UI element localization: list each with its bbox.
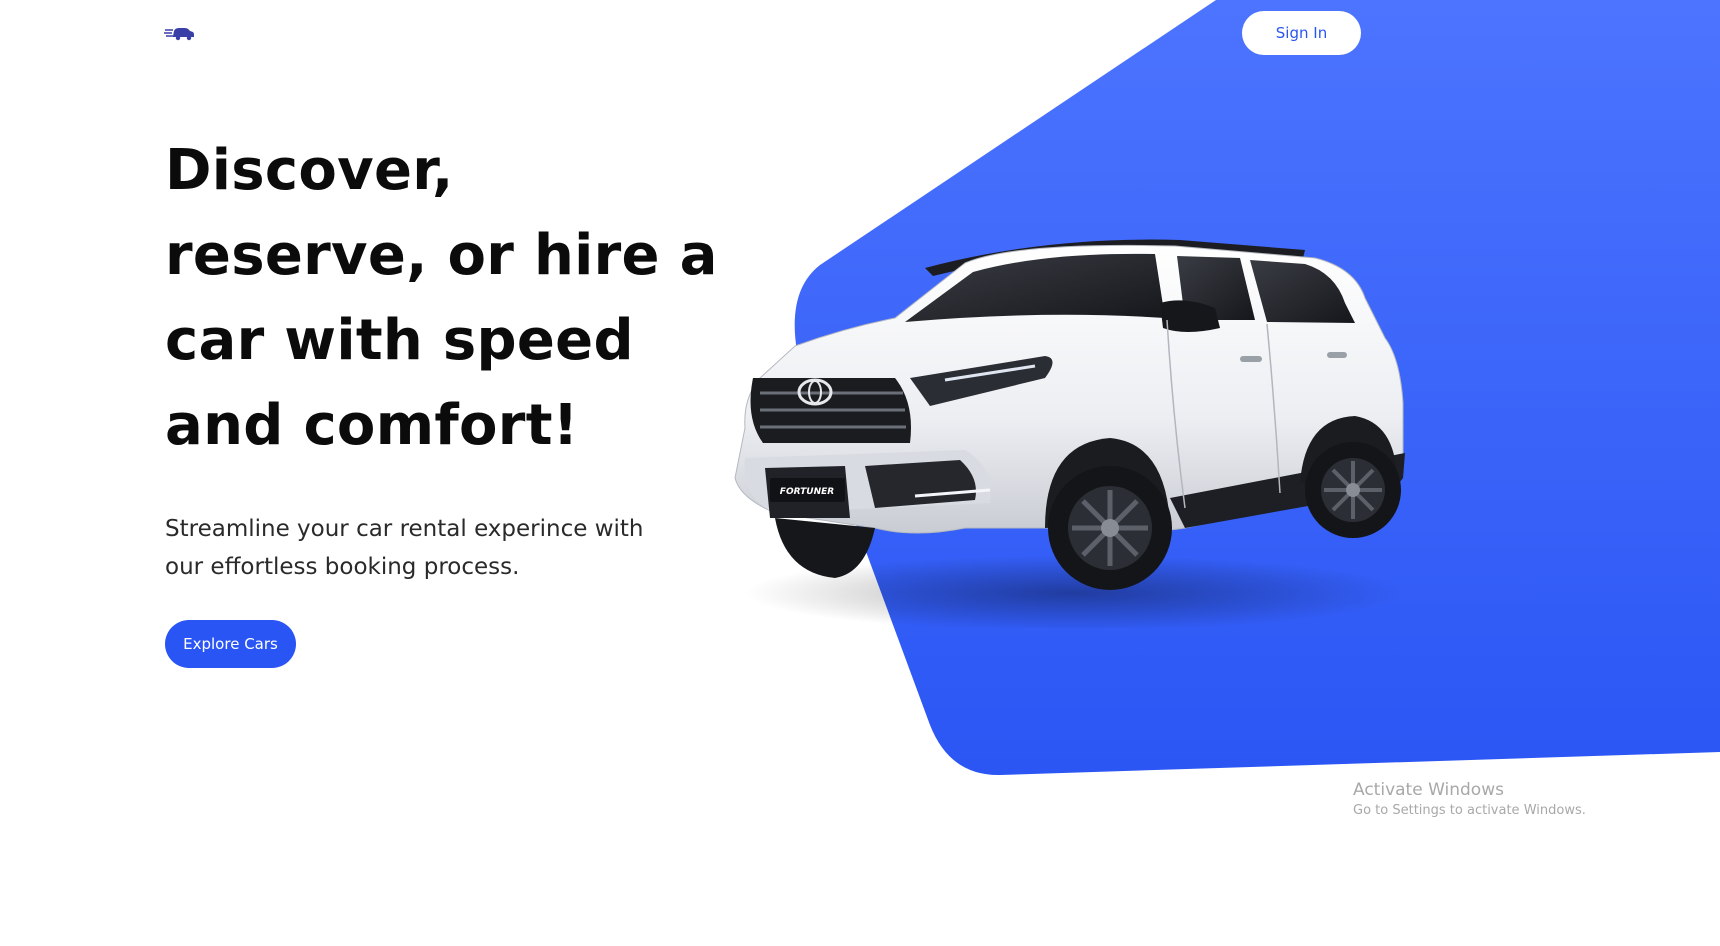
landing-page: Sign In Discover, reserve, or hire a car…	[0, 0, 1720, 946]
hero-subtitle-line: our effortless booking process.	[165, 554, 520, 580]
explore-cars-button[interactable]: Explore Cars	[165, 620, 296, 668]
svg-text:FORTUNER: FORTUNER	[780, 487, 834, 497]
hero-subtitle: Streamline your car rental experince wit…	[165, 510, 685, 586]
sign-in-button[interactable]: Sign In	[1242, 11, 1361, 55]
watermark-subtitle: Go to Settings to activate Windows.	[1353, 803, 1586, 818]
logo[interactable]	[164, 24, 196, 42]
windows-activation-watermark: Activate Windows Go to Settings to activ…	[1353, 778, 1586, 820]
hero-title: Discover, reserve, or hire a car with sp…	[165, 128, 718, 468]
hero-title-line: car with speed	[165, 308, 634, 373]
car-speed-icon	[164, 28, 194, 41]
hero-title-line: reserve, or hire a	[165, 223, 718, 288]
watermark-title: Activate Windows	[1353, 780, 1504, 800]
hero-title-line: Discover,	[165, 138, 454, 203]
hero-title-line: and comfort!	[165, 393, 579, 458]
suv-car-image: FORTUNER	[734, 239, 1405, 628]
hero-subtitle-line: Streamline your car rental experince wit…	[165, 516, 644, 542]
